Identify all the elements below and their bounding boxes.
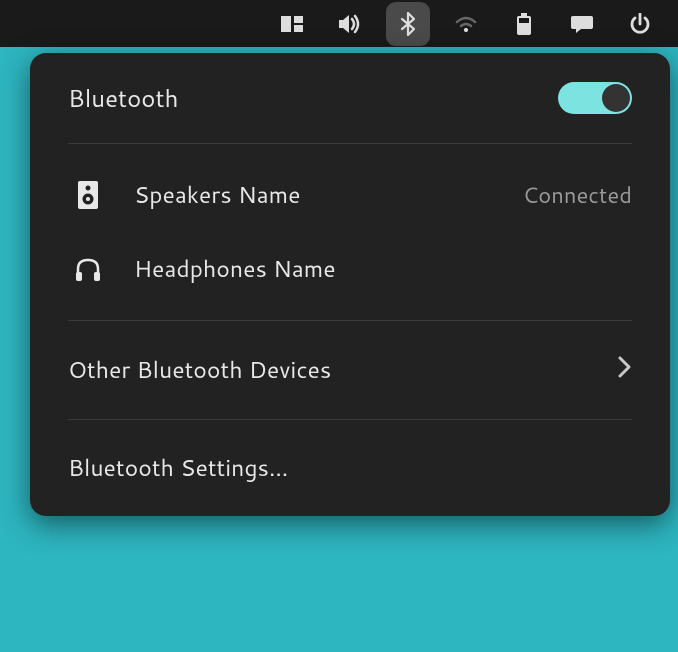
device-list: Speakers Name Connected Headphones Name xyxy=(68,144,632,320)
bluetooth-toggle[interactable] xyxy=(558,82,632,114)
device-speakers[interactable]: Speakers Name Connected xyxy=(68,158,632,232)
headphones-icon xyxy=(74,255,102,283)
device-name-label: Headphones Name xyxy=(134,253,632,285)
battery-icon[interactable] xyxy=(502,2,546,46)
workspace-icon[interactable] xyxy=(270,2,314,46)
bluetooth-icon[interactable] xyxy=(386,2,430,46)
speaker-icon xyxy=(74,181,102,209)
chat-icon[interactable] xyxy=(560,2,604,46)
bluetooth-panel: Bluetooth Speakers Name Connected Headph… xyxy=(30,53,670,516)
wifi-icon[interactable] xyxy=(444,2,488,46)
panel-title: Bluetooth xyxy=(68,81,179,115)
power-icon[interactable] xyxy=(618,2,662,46)
toggle-knob xyxy=(602,84,630,112)
other-devices-row[interactable]: Other Bluetooth Devices xyxy=(68,321,632,419)
bluetooth-settings-label: Bluetooth Settings... xyxy=(68,452,288,484)
panel-header: Bluetooth xyxy=(68,53,632,143)
chevron-right-icon xyxy=(618,356,632,384)
system-tray xyxy=(0,0,678,47)
volume-icon[interactable] xyxy=(328,2,372,46)
bluetooth-settings-row[interactable]: Bluetooth Settings... xyxy=(68,420,632,516)
other-devices-label: Other Bluetooth Devices xyxy=(68,354,331,386)
device-headphones[interactable]: Headphones Name xyxy=(68,232,632,306)
device-status-label: Connected xyxy=(523,180,632,211)
device-name-label: Speakers Name xyxy=(134,179,523,211)
